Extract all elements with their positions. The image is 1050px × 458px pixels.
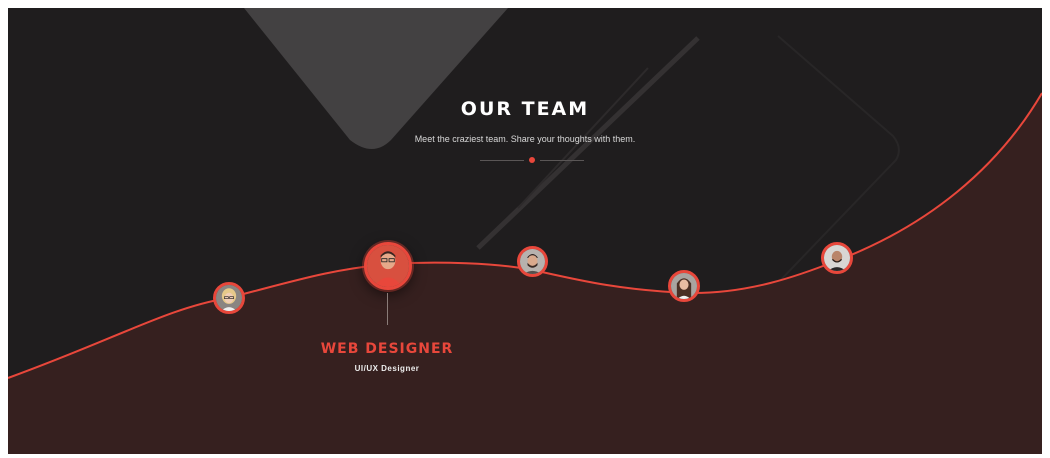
divider-dot xyxy=(529,157,535,163)
team-member-4-avatar[interactable] xyxy=(668,270,700,302)
background-triangle xyxy=(244,8,508,149)
team-member-5-avatar[interactable] xyxy=(821,242,853,274)
avatar-man-bald-icon xyxy=(824,245,850,271)
background-graphics xyxy=(8,8,1042,454)
divider-line-right xyxy=(540,160,584,161)
active-member-role: WEB DESIGNER xyxy=(320,341,454,357)
active-member-subrole: UI/UX Designer xyxy=(354,364,420,373)
team-member-2-avatar[interactable] xyxy=(364,242,412,290)
title-divider xyxy=(480,157,584,163)
avatar-woman-long-hair-icon xyxy=(671,273,697,299)
avatar-man-red-shirt-icon xyxy=(367,245,409,287)
section-subtitle: Meet the craziest team. Share your thoug… xyxy=(414,134,636,144)
team-member-1-avatar[interactable] xyxy=(213,282,245,314)
team-member-3-avatar[interactable] xyxy=(517,246,548,277)
divider-line-left xyxy=(480,160,524,161)
active-member-connector xyxy=(387,293,388,325)
section-title: OUR TEAM xyxy=(460,98,590,120)
team-section: OUR TEAM Meet the craziest team. Share y… xyxy=(8,8,1042,454)
avatar-man-beard-icon xyxy=(520,249,545,274)
avatar-woman-blonde-glasses-icon xyxy=(216,285,242,311)
